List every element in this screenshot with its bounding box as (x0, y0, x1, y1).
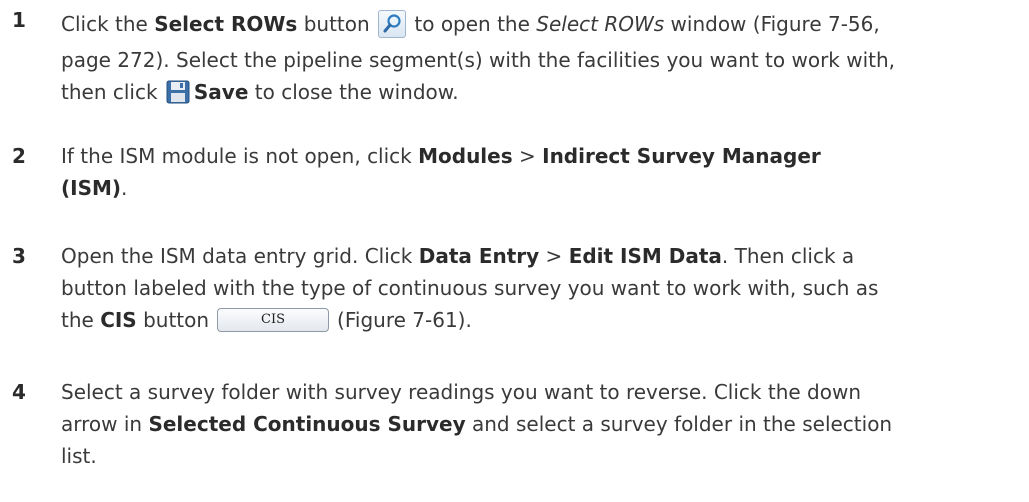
step-number: 3 (12, 244, 26, 268)
text-run: > (512, 144, 543, 168)
text-run: the (61, 308, 101, 332)
text-run: (Figure 7-61). (337, 308, 472, 332)
step-line: Open the ISM data entry grid. Click Data… (61, 240, 1021, 272)
step-line: page 272). Select the pipeline segment(s… (61, 48, 896, 72)
ui-label-selected-continuous-survey: Selected Continuous Survey (148, 412, 466, 436)
text-run: to close the window. (248, 80, 459, 104)
step-line: button labeled with the type of continuo… (61, 276, 879, 300)
step-line: Select a survey folder with survey readi… (61, 380, 861, 404)
menu-label-data-entry: Data Entry (418, 244, 540, 268)
text-run: then click (61, 80, 164, 104)
floppy-disk-icon[interactable] (166, 80, 190, 104)
step-line: list. (61, 444, 97, 468)
step-text: If the ISM module is not open, click Mod… (61, 140, 1021, 204)
step-line: arrow in Selected Continuous Survey and … (61, 408, 1021, 440)
window-name: Select ROWs (536, 12, 665, 36)
text-run: . Then click a (721, 244, 855, 268)
text-run: If the ISM module is not open, click (61, 144, 419, 168)
magnifier-icon[interactable] (378, 9, 407, 38)
text-run: and select a survey folder in the select… (465, 412, 893, 436)
text-run: arrow in (61, 412, 149, 436)
text-run: to open the (408, 12, 537, 36)
text-run: > (539, 244, 569, 268)
text-run: window (Figure 7-56, (664, 12, 880, 36)
ui-label-select-rows: Select ROWs (154, 12, 298, 36)
step-number: 2 (12, 144, 26, 168)
step-line: the CIS button CIS (Figure 7-61). (61, 304, 1021, 336)
menu-label-ism: Indirect Survey Manager (542, 144, 821, 168)
text-run: button (136, 308, 210, 332)
ui-label-save: Save (193, 80, 249, 104)
menu-label-ism-abbrev: (ISM) (61, 176, 122, 200)
text-run: . (121, 176, 128, 200)
text-run: Click the (61, 12, 155, 36)
menu-label-modules: Modules (418, 144, 513, 168)
step-number: 1 (12, 8, 26, 32)
text-run: Open the ISM data entry grid. Click (61, 244, 419, 268)
step-line: (ISM). (61, 172, 1021, 204)
menu-label-edit-ism-data: Edit ISM Data (568, 244, 722, 268)
step-line: then click Save to close the window. (61, 76, 1021, 108)
step-line: Click the Select ROWs button to open the… (61, 4, 1021, 44)
step-text: Open the ISM data entry grid. Click Data… (61, 240, 1021, 336)
step-text: Select a survey folder with survey readi… (61, 376, 1021, 472)
cis-button[interactable]: CIS (217, 308, 330, 332)
step-line: If the ISM module is not open, click Mod… (61, 140, 1021, 172)
ui-label-cis: CIS (100, 308, 137, 332)
step-number: 4 (12, 380, 26, 404)
step-text: Click the Select ROWs button to open the… (61, 4, 1021, 108)
text-run: button (297, 12, 377, 36)
